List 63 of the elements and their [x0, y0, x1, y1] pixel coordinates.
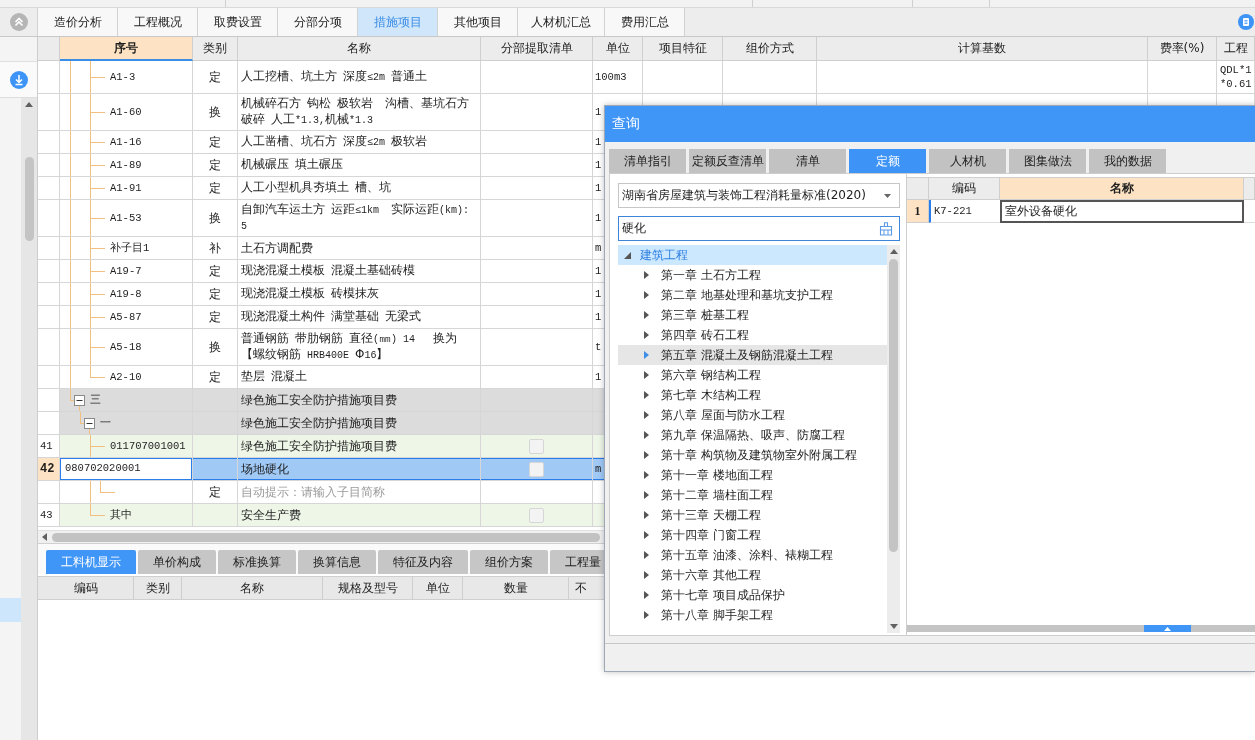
item-unit: 1: [595, 287, 602, 301]
item-type: 换: [209, 103, 221, 121]
hint-text: 自动提示：请输入子目简称: [241, 485, 385, 499]
item-name: 人工凿槽、坑石方 深度≤2m 极软岩: [241, 134, 428, 150]
item-unit: t: [595, 340, 602, 354]
item-code: A19-7: [110, 265, 142, 277]
item-code: 011707001001: [110, 440, 186, 452]
item-type: 换: [209, 338, 221, 356]
formula-text: QDL*1 *0.61: [1220, 63, 1252, 91]
item-code: A1-3: [110, 71, 136, 83]
item-name: 机械碾压 填土碾压: [241, 157, 343, 173]
item-name: 绿色施工安全防护措施项目费: [241, 439, 397, 453]
item-name: 现浇混凝土模板 砖模抹灰: [241, 286, 379, 302]
item-code: A5-87: [110, 311, 142, 323]
item-name: 安全生产费: [241, 508, 301, 522]
item-unit: m: [595, 241, 602, 255]
item-unit: 1: [595, 370, 602, 384]
item-unit: 1: [595, 135, 602, 149]
item-code: A1-16: [110, 136, 142, 148]
item-name: 绿色施工安全防护措施项目费: [241, 416, 397, 430]
item-name: 人工小型机具夯填土 槽、坑: [241, 180, 391, 196]
item-code: 补子目1: [110, 241, 150, 255]
item-code: A1-60: [110, 106, 142, 118]
item-code: 三: [90, 393, 101, 407]
item-code: A19-8: [110, 288, 142, 300]
item-name: 场地硬化: [241, 462, 289, 476]
item-code: A1-89: [110, 159, 142, 171]
item-name: 垫层 混凝土: [241, 369, 307, 385]
item-type: 补: [209, 239, 221, 257]
item-unit: 1: [595, 181, 602, 195]
item-name: 土石方调配费: [241, 241, 313, 255]
item-type: 定: [209, 368, 221, 386]
item-type: 定: [209, 308, 221, 326]
item-unit: 1: [595, 105, 602, 119]
dialog-title: 查询: [612, 115, 640, 133]
item-code: A2-10: [110, 371, 142, 383]
item-type: 定: [209, 285, 221, 303]
item-unit: m: [595, 462, 602, 476]
item-name: 绿色施工安全防护措施项目费: [241, 393, 397, 407]
item-type: 定: [209, 156, 221, 174]
item-unit: 1: [595, 310, 602, 324]
item-code: A5-18: [110, 341, 142, 353]
item-name: 人工挖槽、坑土方 深度≤2m 普通土: [241, 69, 428, 85]
item-name: 普通钢筋 带肋钢筋 直径(㎜) 14 换为【螺纹钢筋 HRB400E Φ16】: [241, 331, 459, 363]
item-code: 其中: [110, 508, 132, 522]
item-code: A1-53: [110, 212, 142, 224]
item-type: 定: [209, 68, 221, 86]
item-unit: 1: [595, 211, 602, 225]
item-type: 换: [209, 209, 221, 227]
item-unit: 100m3: [595, 70, 627, 84]
item-code: A1-91: [110, 182, 142, 194]
item-code: 一: [100, 416, 111, 430]
item-type: 定: [209, 179, 221, 197]
item-type: 定: [209, 262, 221, 280]
item-unit: 1: [595, 158, 602, 172]
item-name: 现浇混凝土模板 混凝土基础砖模: [241, 263, 415, 279]
item-unit: 1: [595, 264, 602, 278]
item-name: 机械碎石方 钩松 极软岩 沟槽、基坑石方破碎 人工*1.3,机械*1.3: [241, 96, 471, 128]
item-name: 现浇混凝土构件 满堂基础 无梁式: [241, 309, 422, 325]
item-type: 定: [209, 483, 221, 501]
item-code: K7-221: [929, 200, 1000, 223]
item-type: 定: [209, 133, 221, 151]
item-name: 自卸汽车运土方 运距≤1km 实际运距(km):5: [241, 202, 471, 234]
